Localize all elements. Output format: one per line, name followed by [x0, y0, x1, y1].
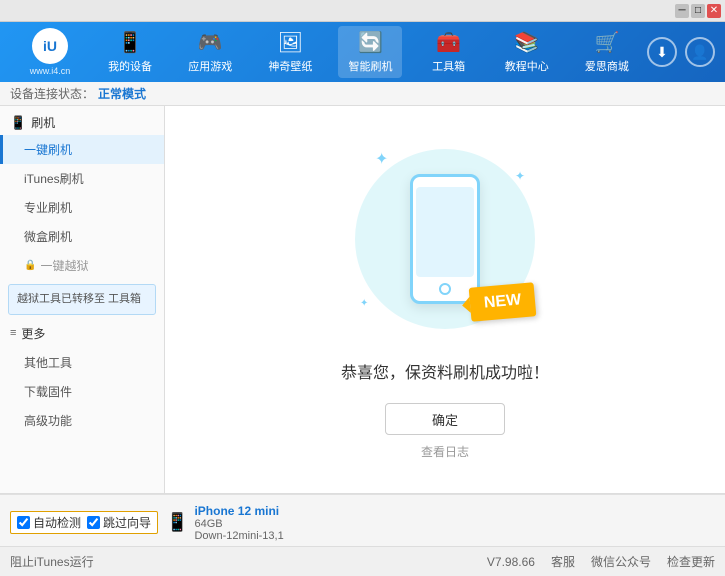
- nav-tutorials-label: 教程中心: [505, 58, 549, 74]
- device-icon: 📱: [118, 30, 143, 55]
- wechat-link[interactable]: 微信公众号: [591, 553, 651, 570]
- nav-right-actions: ⬇ 👤: [647, 37, 715, 67]
- app-logo[interactable]: iU www.i4.cn: [10, 28, 90, 76]
- bottom-bar: 阻止iTunes运行 V7.98.66 客服 微信公众号 检查更新: [0, 546, 725, 576]
- nav-tutorials[interactable]: 📚 教程中心: [495, 26, 559, 78]
- sparkle-2: ✦: [515, 169, 525, 183]
- support-link[interactable]: 客服: [551, 553, 575, 570]
- nav-smart-flash[interactable]: 🔄 智能刷机: [338, 26, 402, 78]
- success-text: 恭喜您，保资料刷机成功啦！: [341, 359, 549, 383]
- sidebar-flash-section: 📱 刷机: [0, 106, 164, 135]
- sparkle-1: ✦: [375, 149, 388, 169]
- locked-label: 一键越狱: [40, 257, 88, 274]
- sparkle-3: ✦: [360, 298, 368, 309]
- minimize-button[interactable]: ─: [675, 4, 689, 18]
- more-label: 更多: [21, 325, 45, 342]
- tutorials-icon: 📚: [514, 30, 539, 55]
- sidebar-item-advanced[interactable]: 高级功能: [0, 406, 164, 435]
- store-icon: 🛒: [594, 30, 619, 55]
- maximize-button[interactable]: □: [691, 4, 705, 18]
- nav-apps-games[interactable]: 🎮 应用游戏: [178, 26, 242, 78]
- new-badge: NEW: [468, 282, 536, 322]
- sidebar-more-section: ≡ 更多: [0, 319, 164, 348]
- logo-circle: iU: [32, 28, 68, 64]
- lock-icon: 🔒: [24, 260, 36, 271]
- nav-items: 📱 我的设备 🎮 应用游戏 🖼 神奇壁纸 🔄 智能刷机 🧰 工具箱 📚 教程中心…: [90, 26, 647, 78]
- sidebar-item-other-tools[interactable]: 其他工具: [0, 348, 164, 377]
- nav-wallpaper[interactable]: 🖼 神奇壁纸: [258, 26, 322, 78]
- close-button[interactable]: ✕: [707, 4, 721, 18]
- sidebar-jailbreak-note: 越狱工具已转移至 工具箱: [8, 284, 156, 315]
- more-icon: ≡: [10, 327, 16, 339]
- nav-apps-label: 应用游戏: [188, 58, 232, 74]
- confirm-button[interactable]: 确定: [385, 403, 505, 435]
- sidebar-item-downgrade-flash[interactable]: 微盒刷机: [0, 222, 164, 251]
- apps-icon: 🎮: [198, 30, 223, 55]
- device-name: iPhone 12 mini: [194, 504, 283, 518]
- nav-my-device[interactable]: 📱 我的设备: [98, 26, 162, 78]
- nav-tools[interactable]: 🧰 工具箱: [419, 26, 479, 78]
- device-version: Down-12mini-13,1: [194, 530, 283, 542]
- sidebar-item-one-click-flash[interactable]: 一键刷机: [0, 135, 164, 164]
- main-content: 📱 刷机 一键刷机 iTunes刷机 专业刷机 微盒刷机 🔒 一键越狱 越狱工具…: [0, 106, 725, 493]
- check-update-link[interactable]: 检查更新: [667, 553, 715, 570]
- phone-screen: [416, 187, 474, 277]
- nav-device-label: 我的设备: [108, 58, 152, 74]
- flash-icon: 🔄: [358, 30, 383, 55]
- flash-section-label: 刷机: [31, 114, 55, 131]
- logo-url: www.i4.cn: [30, 66, 71, 76]
- status-label: 设备连接状态：: [10, 85, 94, 102]
- nav-tools-label: 工具箱: [432, 58, 465, 74]
- user-button[interactable]: 👤: [685, 37, 715, 67]
- version-label: V7.98.66: [487, 555, 535, 569]
- tools-icon: 🧰: [436, 30, 461, 55]
- sidebar-item-download-firmware[interactable]: 下载固件: [0, 377, 164, 406]
- nav-istore[interactable]: 🛒 爱思商城: [575, 26, 639, 78]
- view-log-link[interactable]: 查看日志: [421, 443, 469, 460]
- sidebar: 📱 刷机 一键刷机 iTunes刷机 专业刷机 微盒刷机 🔒 一键越狱 越狱工具…: [0, 106, 165, 493]
- status-bar: 设备连接状态： 正常模式: [0, 82, 725, 106]
- flash-section-icon: 📱: [10, 115, 26, 131]
- sidebar-locked-jailbreak: 🔒 一键越狱: [0, 251, 164, 280]
- sidebar-item-itunes-flash[interactable]: iTunes刷机: [0, 164, 164, 193]
- download-button[interactable]: ⬇: [647, 37, 677, 67]
- status-value: 正常模式: [98, 85, 146, 102]
- wallpaper-icon: 🖼: [278, 30, 303, 55]
- bottom-right-area: V7.98.66 客服 微信公众号 检查更新: [487, 553, 715, 570]
- content-area: ✦ ✦ ✦ NEW 恭喜您，保资料刷机成功啦！ 确定 查看日志: [165, 106, 725, 493]
- nav-bar: iU www.i4.cn 📱 我的设备 🎮 应用游戏 🖼 神奇壁纸 🔄 智能刷机…: [0, 22, 725, 82]
- nav-store-label: 爱思商城: [585, 58, 629, 74]
- stop-itunes-link[interactable]: 阻止iTunes运行: [10, 553, 94, 570]
- device-storage: 64GB: [194, 518, 283, 530]
- sidebar-item-pro-flash[interactable]: 专业刷机: [0, 193, 164, 222]
- phone-home-button: [439, 283, 451, 295]
- phone-illustration: ✦ ✦ ✦ NEW: [345, 139, 545, 339]
- nav-flash-label: 智能刷机: [348, 58, 392, 74]
- title-bar: ─ □ ✕: [0, 0, 725, 22]
- nav-wallpaper-label: 神奇壁纸: [268, 58, 312, 74]
- phone-shape: [410, 174, 480, 304]
